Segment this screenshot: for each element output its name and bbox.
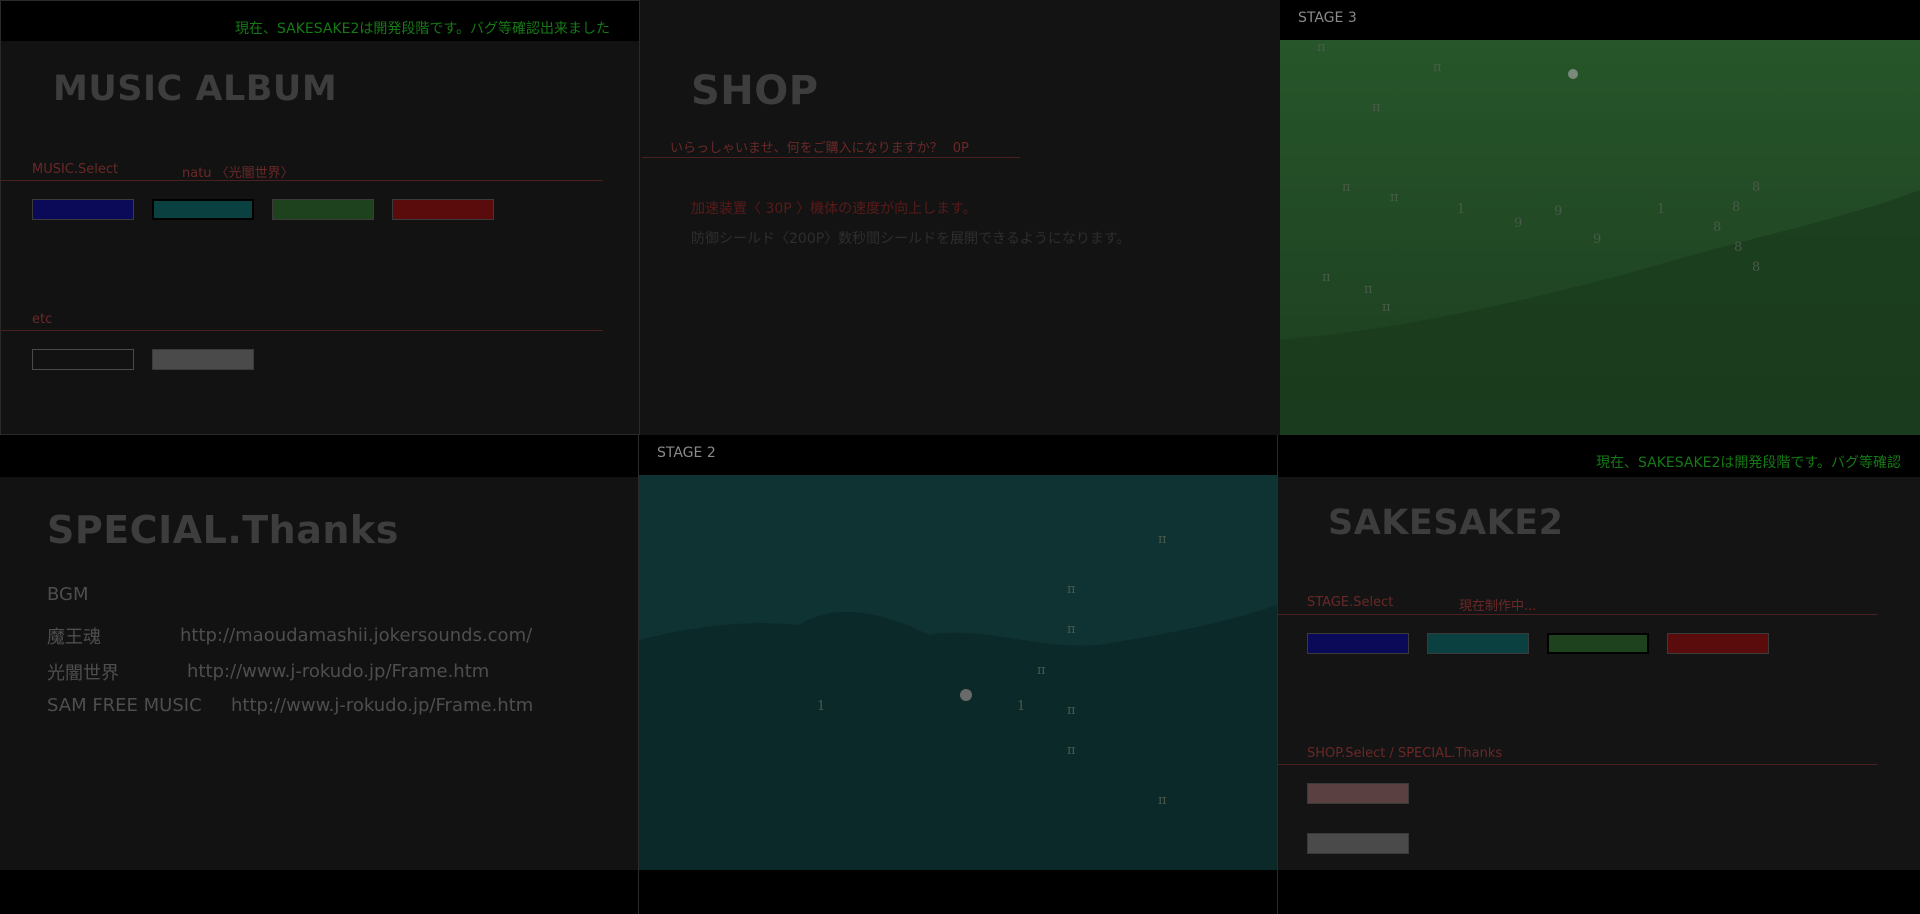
player-ship: [1568, 69, 1578, 79]
one-enemy: 1: [1017, 699, 1026, 714]
etc-button-2[interactable]: [152, 349, 254, 370]
stage2-field: [639, 475, 1277, 870]
music-album-panel: 現在、SAKESAKE2は開発段階です。バグ等確認出来ました MUSIC ALB…: [0, 0, 640, 435]
shop-panel: SHOP いらっしゃいませ、何をご購入になりますか？ 0P 加速装置〈 30P …: [640, 0, 1280, 435]
stage-select-label: STAGE.Select: [1307, 595, 1394, 610]
stage-button-green[interactable]: [1547, 633, 1649, 654]
divider: [1278, 614, 1878, 615]
etc-label: etc: [32, 312, 53, 327]
shop-button[interactable]: [1307, 783, 1409, 804]
credit-name: SAM FREE MUSIC: [47, 695, 202, 716]
eight-enemy: 8: [1734, 240, 1743, 255]
music-ticker-text: 現在、SAKESAKE2は開発段階です。バグ等確認出来ました: [235, 21, 611, 37]
divider: [1, 180, 603, 181]
pi-enemy: π: [1372, 100, 1381, 115]
pi-enemy: π: [1067, 622, 1076, 637]
divider: [1278, 764, 1878, 765]
pi-enemy: π: [1317, 40, 1326, 55]
game-title: SAKESAKE2: [1328, 503, 1564, 543]
eight-enemy: 8: [1713, 220, 1722, 235]
stage3-title: STAGE 3: [1298, 10, 1357, 26]
one-enemy: 1: [817, 699, 826, 714]
special-thanks-panel: SPECIAL.Thanks BGM 魔王魂 http://maoudamash…: [0, 435, 638, 914]
main-menu-panel: 現在、SAKESAKE2は開発段階です。バグ等確認 SAKESAKE2 STAG…: [1278, 435, 1920, 914]
shop-greeting-row: いらっしゃいませ、何をご購入になりますか？ 0P: [670, 137, 969, 156]
one-enemy: 1: [1457, 202, 1466, 217]
music-select-label: MUSIC.Select: [32, 162, 119, 177]
pi-enemy: π: [1342, 180, 1351, 195]
shop-item-accelerator[interactable]: 加速装置〈 30P 〉機体の速度が向上します。: [691, 198, 977, 218]
menu-ticker-text: 現在、SAKESAKE2は開発段階です。バグ等確認: [1596, 455, 1902, 471]
nine-enemy: 9: [1554, 204, 1563, 219]
credit-name: 魔王魂: [47, 627, 101, 648]
stage3-panel: STAGE 3 π π π π π π π π 1 1 9 9 9 8 8 8 …: [1280, 0, 1920, 435]
stage-button-red[interactable]: [1667, 633, 1769, 654]
shop-title: SHOP: [691, 68, 819, 114]
stage-button-blue[interactable]: [1307, 633, 1409, 654]
shop-greeting: いらっしゃいませ、何をご購入になりますか？: [670, 141, 943, 156]
thanks-title: SPECIAL.Thanks: [47, 508, 399, 552]
pi-enemy: π: [1433, 60, 1442, 75]
pi-enemy: π: [1037, 663, 1046, 678]
stage2-panel: STAGE 2 π π π π π π π 1 1: [638, 435, 1278, 914]
pi-enemy: π: [1158, 793, 1167, 808]
divider: [1, 330, 603, 331]
pi-enemy: π: [1067, 703, 1076, 718]
pi-enemy: π: [1322, 270, 1331, 285]
bgm-label: BGM: [47, 584, 89, 605]
eight-enemy: 8: [1752, 260, 1761, 275]
music-button-green[interactable]: [272, 199, 374, 220]
mountain-silhouette: [639, 605, 1277, 870]
player-ship: [960, 689, 972, 701]
one-enemy: 1: [1657, 202, 1666, 217]
nine-enemy: 9: [1514, 216, 1523, 231]
pi-enemy: π: [1067, 743, 1076, 758]
credit-url[interactable]: http://maoudamashii.jokersounds.com/: [180, 625, 532, 646]
music-button-red[interactable]: [392, 199, 494, 220]
shop-item-shield[interactable]: 防御シールド〈200P〉数秒間シールドを展開できるようになります。: [691, 228, 1130, 248]
shop-select-label: SHOP.Select / SPECIAL.Thanks: [1307, 746, 1503, 761]
credit-name: 光闇世界: [47, 663, 119, 684]
music-button-blue[interactable]: [32, 199, 134, 220]
eight-enemy: 8: [1732, 200, 1741, 215]
shop-points: 0P: [952, 141, 969, 156]
credit-url[interactable]: http://www.j-rokudo.jp/Frame.htm: [187, 661, 489, 682]
pi-enemy: π: [1382, 300, 1391, 315]
etc-button-1[interactable]: [32, 349, 134, 370]
pi-enemy: π: [1067, 582, 1076, 597]
special-thanks-button[interactable]: [1307, 833, 1409, 854]
stage-button-teal[interactable]: [1427, 633, 1529, 654]
nine-enemy: 9: [1593, 232, 1602, 247]
page-title: MUSIC ALBUM: [53, 69, 338, 109]
pi-enemy: π: [1158, 532, 1167, 547]
stage2-title: STAGE 2: [657, 445, 716, 461]
pi-enemy: π: [1390, 190, 1399, 205]
divider: [642, 157, 1020, 158]
credit-url[interactable]: http://www.j-rokudo.jp/Frame.htm: [231, 695, 533, 716]
music-select-value: natu 〈光闇世界〉: [182, 166, 294, 181]
music-button-teal[interactable]: [152, 199, 254, 220]
stage-select-value: 現在制作中...: [1459, 599, 1537, 614]
pi-enemy: π: [1364, 282, 1373, 297]
eight-enemy: 8: [1752, 180, 1761, 195]
